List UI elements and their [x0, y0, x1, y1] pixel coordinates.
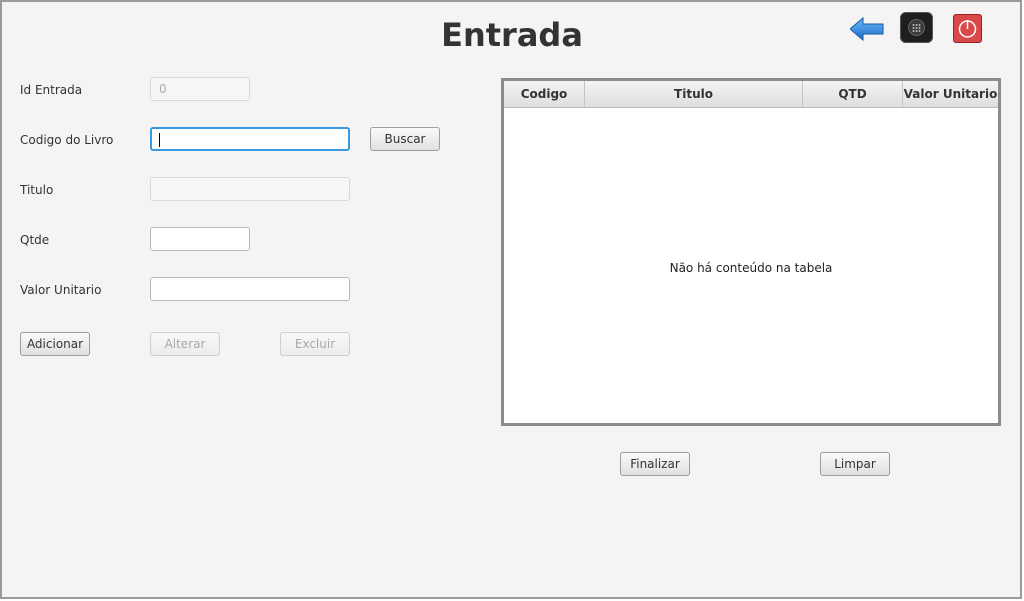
column-header-qtd[interactable]: QTD: [803, 81, 903, 107]
column-header-valor-unitario[interactable]: Valor Unitario: [903, 81, 998, 107]
entries-table[interactable]: Codigo Titulo QTD Valor Unitario Não há …: [501, 78, 1001, 426]
apps-grid-icon: [909, 20, 924, 35]
qtde-label: Qtde: [20, 233, 50, 247]
adicionar-button[interactable]: Adicionar: [20, 332, 90, 356]
table-empty-message: Não há conteúdo na tabela: [669, 261, 833, 275]
limpar-button[interactable]: Limpar: [820, 452, 890, 476]
apps-icon[interactable]: [900, 12, 933, 43]
column-header-codigo[interactable]: Codigo: [504, 81, 585, 107]
titulo-field: [150, 177, 350, 201]
codigo-livro-input[interactable]: [150, 127, 350, 151]
buscar-button[interactable]: Buscar: [370, 127, 440, 151]
codigo-livro-label: Codigo do Livro: [20, 133, 114, 147]
alterar-button: Alterar: [150, 332, 220, 356]
id-entrada-field: 0: [150, 77, 250, 101]
power-icon[interactable]: [953, 14, 982, 43]
qtde-input[interactable]: [150, 227, 250, 251]
app-window: Entrada Id Entrada 0 Codigo do Livro Bus…: [0, 0, 1022, 599]
titulo-label: Titulo: [20, 183, 54, 197]
valor-unitario-label: Valor Unitario: [20, 283, 102, 297]
column-header-titulo[interactable]: Titulo: [585, 81, 803, 107]
id-entrada-label: Id Entrada: [20, 83, 83, 97]
text-caret: [159, 132, 160, 147]
excluir-button: Excluir: [280, 332, 350, 356]
finalizar-button[interactable]: Finalizar: [620, 452, 690, 476]
table-header: Codigo Titulo QTD Valor Unitario: [504, 81, 998, 108]
arrow-left-icon[interactable]: [849, 16, 884, 42]
valor-unitario-input[interactable]: [150, 277, 350, 301]
